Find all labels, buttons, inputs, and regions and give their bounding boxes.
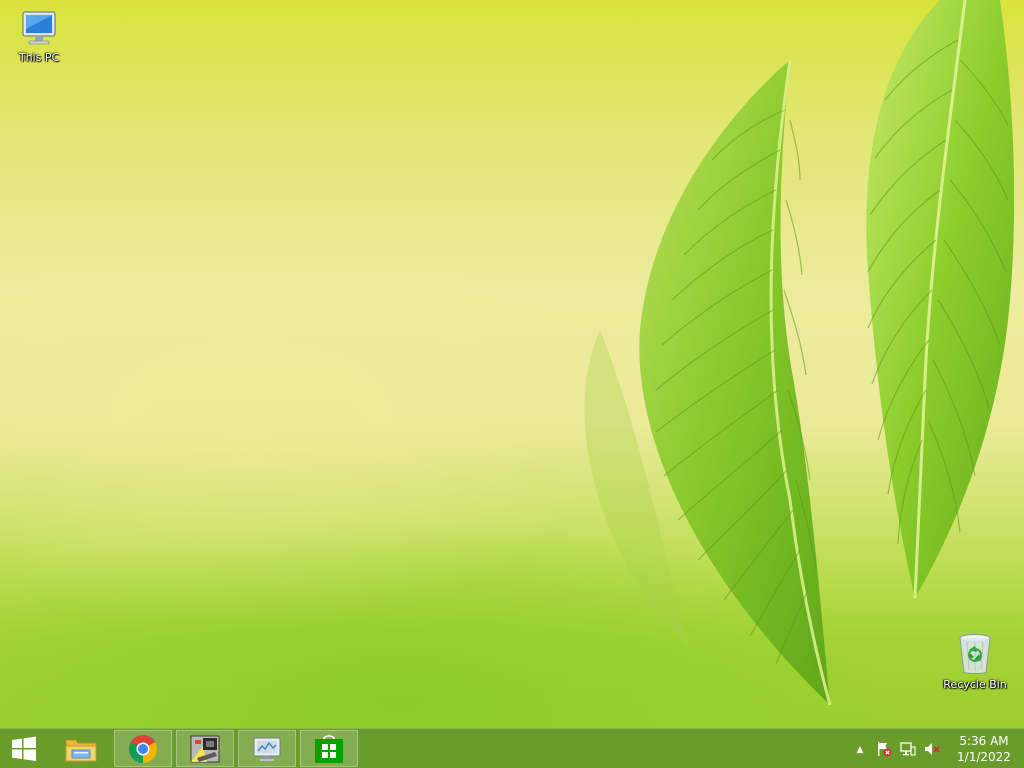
network-icon[interactable]: [900, 741, 916, 757]
action-center-flag-icon[interactable]: [876, 741, 892, 757]
desktop-icon-this-pc[interactable]: This PC: [4, 9, 74, 64]
desktop-icon-recycle-bin[interactable]: Recycle Bin: [940, 632, 1010, 691]
recycle-bin-icon: [959, 634, 991, 674]
taskbar: ▲ 5:36 AM 1/1/2022: [0, 728, 1024, 768]
wallpaper-leaves: [584, 0, 1015, 706]
leaf-right: [866, 0, 1015, 599]
taskbar-google-chrome[interactable]: [114, 730, 172, 767]
monitor-app-icon: [253, 737, 281, 761]
file-explorer-icon: [65, 739, 97, 761]
taskbar-application[interactable]: [176, 730, 234, 767]
this-pc-icon: [22, 11, 56, 45]
clock[interactable]: 5:36 AM 1/1/2022: [948, 733, 1020, 765]
volume-muted-icon[interactable]: [924, 741, 940, 757]
recycle-bin-label: Recycle Bin: [943, 678, 1007, 691]
windows-logo-icon: [12, 736, 36, 761]
chrome-icon: [129, 734, 157, 763]
store-icon: [315, 734, 343, 763]
taskbar-monitor-application[interactable]: [238, 730, 296, 767]
this-pc-label: This PC: [18, 51, 60, 64]
app-icon: [190, 735, 220, 762]
show-hidden-icons-chevron[interactable]: ▲: [852, 742, 868, 758]
start-button[interactable]: [0, 729, 48, 768]
taskbar-file-explorer[interactable]: [52, 730, 110, 767]
system-tray: ▲ 5:36 AM 1/1/2022: [844, 729, 1024, 768]
taskbar-store[interactable]: [300, 730, 358, 767]
clock-time: 5:36 AM: [959, 734, 1009, 748]
desktop[interactable]: This PC Recycle Bin: [0, 0, 1024, 728]
clock-date: 1/1/2022: [957, 750, 1011, 764]
